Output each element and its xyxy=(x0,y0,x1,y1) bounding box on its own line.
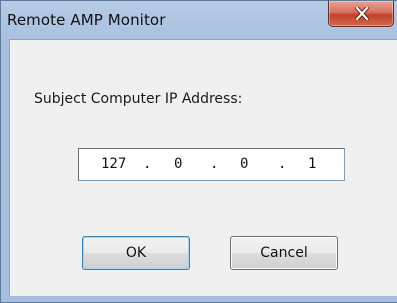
ip-separator: . xyxy=(278,156,287,172)
ip-octet-3[interactable]: 0 xyxy=(240,156,248,172)
ip-address-label: Subject Computer IP Address: xyxy=(34,91,243,107)
ip-separator: . xyxy=(143,156,152,172)
dialog-window: Remote AMP Monitor Subject Computer IP A… xyxy=(0,0,397,303)
close-button[interactable] xyxy=(328,1,394,27)
window-title: Remote AMP Monitor xyxy=(7,11,166,29)
ip-octet-1[interactable]: 127 xyxy=(101,156,126,172)
ip-address-field[interactable]: 127 . 0 . 0 . 1 xyxy=(78,148,345,181)
cancel-button[interactable]: Cancel xyxy=(230,236,338,270)
close-icon xyxy=(355,7,369,20)
ip-separator: . xyxy=(210,156,219,172)
ip-octet-2[interactable]: 0 xyxy=(174,156,182,172)
ip-octet-4[interactable]: 1 xyxy=(308,156,316,172)
title-bar[interactable]: Remote AMP Monitor xyxy=(1,1,397,39)
ok-button[interactable]: OK xyxy=(82,236,190,270)
dialog-client-area: Subject Computer IP Address: 127 . 0 . 0… xyxy=(9,39,397,296)
